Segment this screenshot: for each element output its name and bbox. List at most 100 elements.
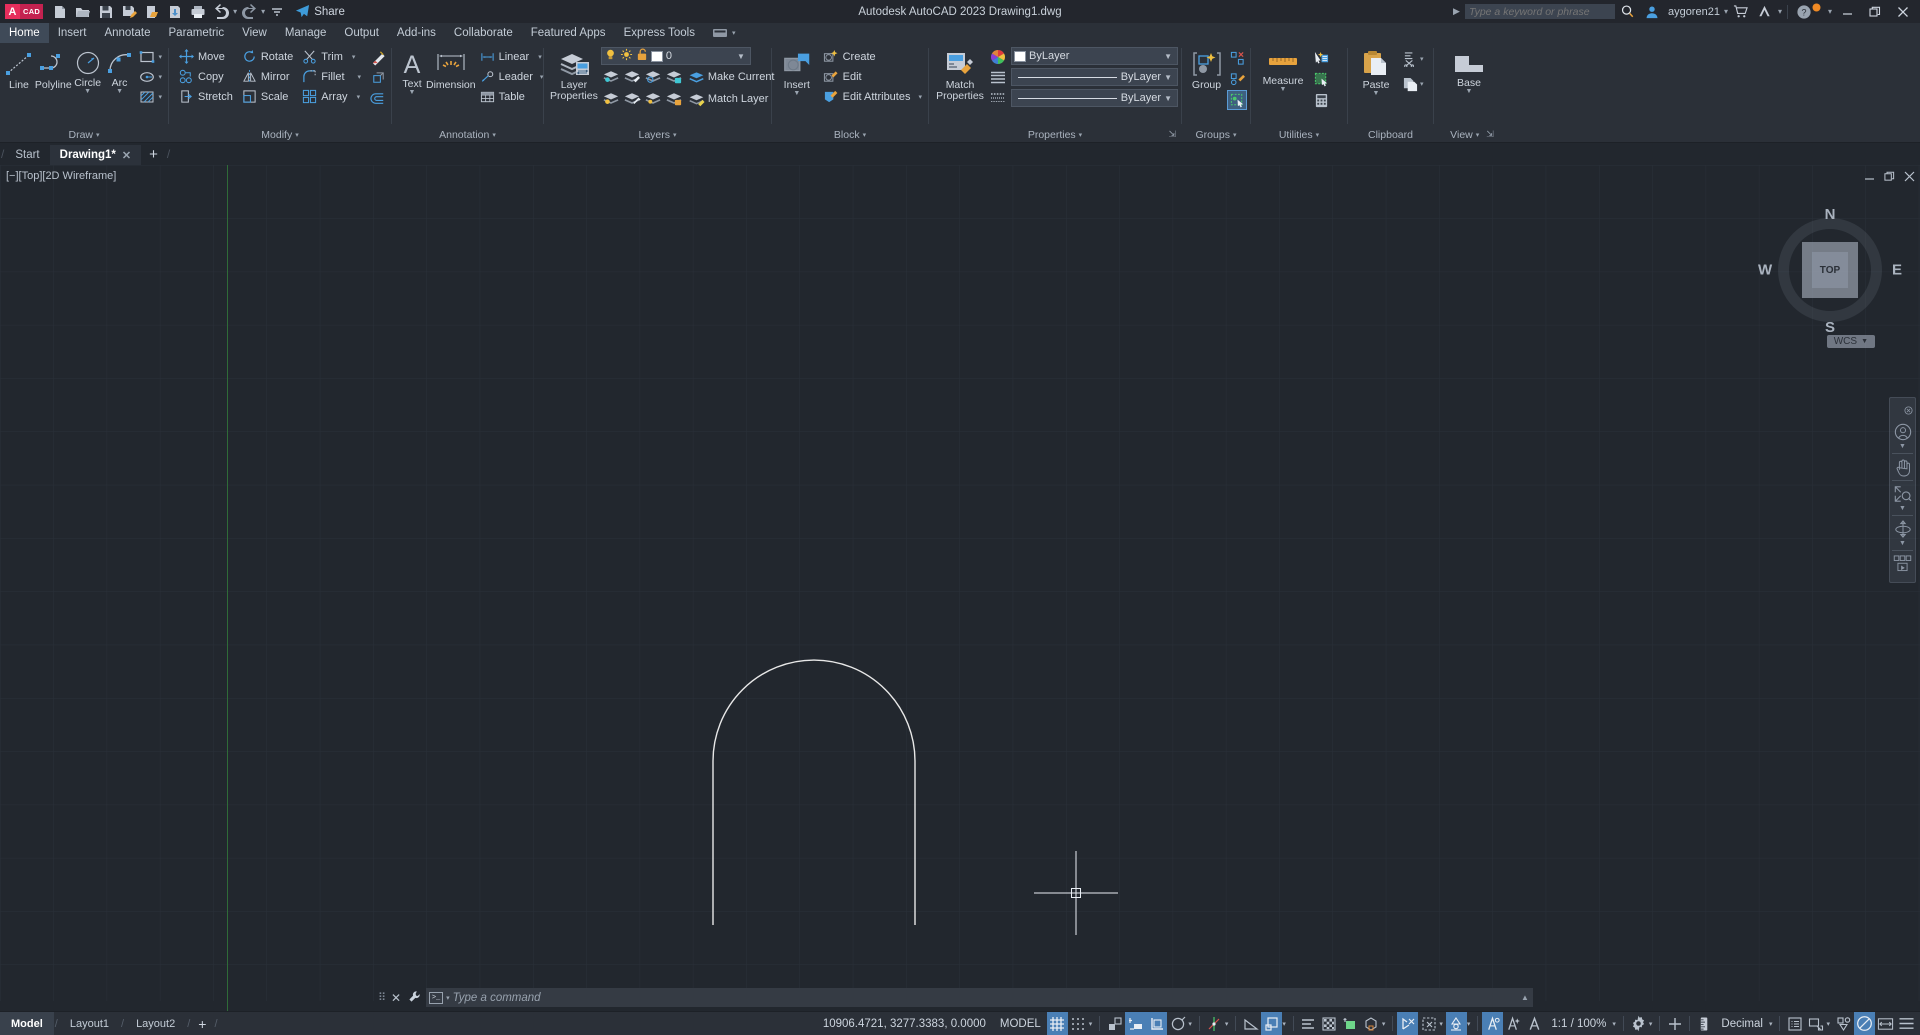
edit-attributes-dropdown-icon[interactable]: ▾ (918, 93, 922, 101)
match-properties-button[interactable]: Match Properties (935, 47, 985, 102)
workspace-dropdown-icon[interactable]: ▾ (1649, 1020, 1656, 1028)
view-expand-icon[interactable]: ▾ (1476, 131, 1480, 139)
match-layer-button[interactable]: Match Layer (685, 90, 772, 109)
fillet-dropdown-icon[interactable]: ▾ (358, 73, 362, 81)
add-layout-button[interactable]: + (191, 1016, 213, 1032)
object-linetype-selector[interactable]: ByLayer ▼ (1011, 68, 1178, 86)
command-line-settings-icon[interactable] (406, 990, 423, 1006)
copy-clip-icon[interactable] (1400, 74, 1420, 94)
layer-unlock-tool-icon[interactable] (664, 89, 684, 109)
ellipse-button[interactable]: ▾ (136, 67, 166, 86)
isometric-drafting-toggle[interactable] (1146, 1012, 1167, 1035)
arc-button[interactable]: Arc ▼ (104, 47, 136, 95)
layout-tab-layout2[interactable]: Layout2 (125, 1012, 186, 1035)
linear-dimension-button[interactable]: Linear ▾ (476, 47, 547, 66)
ribbon-tab-featured-apps[interactable]: Featured Apps (522, 23, 615, 43)
ortho-mode-toggle[interactable] (1104, 1012, 1125, 1035)
user-name[interactable]: aygoren21 (1668, 6, 1720, 18)
mirror-button[interactable]: Mirror (238, 67, 296, 86)
user-dropdown-icon[interactable]: ▾ (1724, 7, 1728, 16)
search-icon[interactable] (1617, 2, 1639, 22)
steering-wheel-icon[interactable] (1891, 421, 1914, 443)
fillet-button[interactable]: Fillet ▾ (298, 67, 364, 86)
ribbon-tab-collaborate[interactable]: Collaborate (445, 23, 522, 43)
text-dropdown-icon[interactable]: ▼ (409, 90, 416, 96)
autodesk-app-icon[interactable] (1754, 2, 1776, 22)
grid-display-toggle[interactable] (1047, 1012, 1068, 1035)
minimize-button[interactable] (1834, 1, 1860, 23)
paste-button[interactable]: Paste ▼ (1352, 47, 1400, 97)
ribbon-tab-addins[interactable]: Add-ins (388, 23, 445, 43)
annotation-angle-toggle[interactable] (1240, 1012, 1261, 1035)
panel-title-draw[interactable]: Draw▾ (0, 127, 168, 142)
line-button[interactable]: Line (3, 47, 35, 91)
lineweight-toggle[interactable] (1261, 1012, 1282, 1035)
base-button[interactable]: Base ▼ (1442, 47, 1496, 95)
annotation-scale-sync-toggle[interactable] (1503, 1012, 1524, 1035)
move-button[interactable]: Move (175, 47, 236, 66)
layout-tab-model[interactable]: Model (0, 1012, 54, 1035)
rectangle-button[interactable]: ▾ (136, 47, 166, 66)
drawing-viewport[interactable]: [−][Top][2D Wireframe] Y Select objects:… (0, 165, 1920, 1011)
leader-button[interactable]: Leader ▾ (476, 67, 547, 86)
lineweight-icon[interactable] (988, 68, 1008, 85)
rectangle-dropdown-icon[interactable]: ▾ (159, 53, 163, 61)
viewcube-west-label[interactable]: W (1758, 262, 1772, 279)
lineweight-dropdown-icon[interactable]: ▾ (1282, 1020, 1289, 1028)
group-button[interactable]: Group (1186, 47, 1227, 91)
circle-button[interactable]: Circle ▼ (72, 47, 104, 95)
viewcube-east-label[interactable]: E (1892, 262, 1902, 279)
layer-unlock-icon[interactable] (636, 48, 648, 64)
measure-dropdown-icon[interactable]: ▼ (1280, 87, 1287, 93)
panel-title-clipboard[interactable]: Clipboard (1348, 127, 1433, 142)
units-dropdown-icon[interactable]: ▾ (1769, 1020, 1776, 1028)
copy-clip-dropdown-icon[interactable]: ▾ (1420, 80, 1424, 88)
dynamic-ucs-dropdown-icon[interactable]: ▾ (1382, 1020, 1389, 1028)
showmotion-icon[interactable] (1891, 553, 1914, 579)
stretch-button[interactable]: Stretch (175, 87, 236, 106)
3d-object-snap-toggle[interactable] (1340, 1012, 1361, 1035)
command-line-grip[interactable]: ⠿ (378, 991, 386, 1004)
group-selection-icon[interactable] (1227, 90, 1247, 110)
search-expand-icon[interactable]: ▶ (1453, 6, 1460, 17)
layer-thaw-icon[interactable] (622, 89, 642, 109)
ribbon-tab-annotate[interactable]: Annotate (95, 23, 159, 43)
command-expand-icon[interactable]: ▲ (1520, 991, 1530, 1004)
osnap-tracking-dropdown-icon[interactable]: ▾ (1188, 1020, 1195, 1028)
utilities-expand-icon[interactable]: ▾ (1316, 131, 1320, 139)
ucs-dropdown-icon[interactable]: ▼ (1861, 338, 1868, 345)
save-icon[interactable] (95, 2, 117, 22)
dimension-button[interactable]: Dimension (426, 47, 476, 91)
redo-dropdown-icon[interactable]: ▾ (261, 7, 265, 16)
explode-icon[interactable] (368, 68, 388, 88)
open-icon[interactable] (72, 2, 94, 22)
ribbon-tab-parametric[interactable]: Parametric (160, 23, 234, 43)
steering-wheel-dropdown-icon[interactable]: ▼ (1899, 443, 1906, 451)
view-dialog-launcher[interactable]: ⇲ (1486, 129, 1494, 140)
layer-lock-icon[interactable] (664, 67, 684, 87)
block-expand-icon[interactable]: ▾ (863, 131, 867, 139)
annotation-visibility-toggle[interactable] (1446, 1012, 1467, 1035)
group-edit-icon[interactable] (1227, 69, 1247, 89)
command-history-icon[interactable]: ▾ (446, 994, 450, 1002)
cart-icon[interactable] (1730, 2, 1752, 22)
ribbon-tab-view[interactable]: View (233, 23, 276, 43)
clean-screen-icon[interactable] (1854, 1012, 1875, 1035)
leader-dropdown-icon[interactable]: ▾ (540, 73, 544, 81)
color-wheel-icon[interactable] (988, 48, 1008, 65)
pan-icon[interactable] (1891, 456, 1914, 478)
linear-dropdown-icon[interactable]: ▾ (538, 53, 542, 61)
lineweight-dropdown-icon[interactable]: ▼ (1164, 94, 1175, 103)
quick-measure-icon[interactable] (1311, 69, 1331, 89)
modify-expand-icon[interactable]: ▾ (295, 131, 299, 139)
groups-expand-icon[interactable]: ▾ (1233, 131, 1237, 139)
viewcube-face[interactable]: TOP (1802, 242, 1858, 298)
viewport-close-icon[interactable] (1902, 169, 1916, 183)
measure-button[interactable]: Measure ▼ (1255, 47, 1311, 93)
layers-expand-icon[interactable]: ▾ (673, 131, 677, 139)
viewport-restore-icon[interactable] (1882, 169, 1896, 183)
array-button[interactable]: Array ▾ (298, 87, 364, 106)
hardware-acceleration-icon[interactable] (1664, 1012, 1685, 1035)
draw-expand-icon[interactable]: ▾ (96, 131, 100, 139)
annotation-scale-dropdown-icon[interactable]: ▾ (1612, 1020, 1619, 1028)
